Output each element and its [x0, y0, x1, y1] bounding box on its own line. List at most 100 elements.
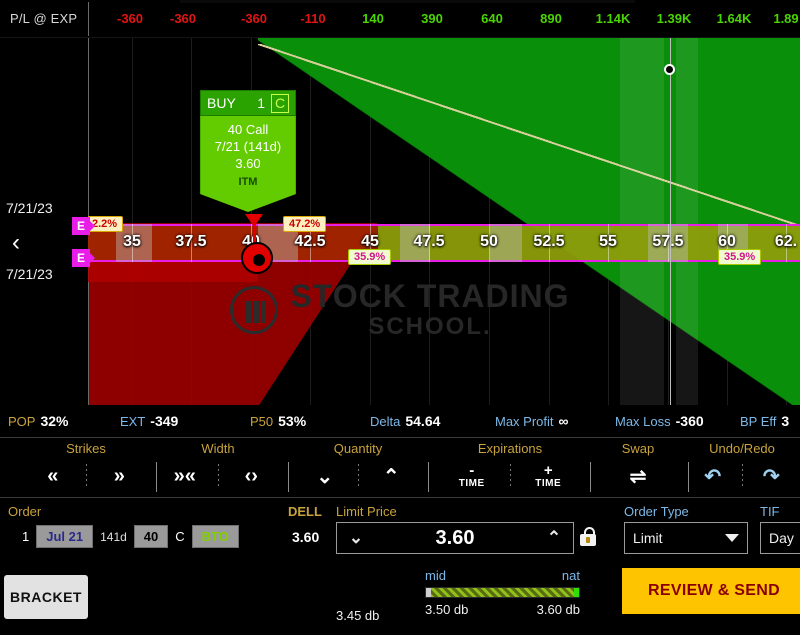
order-type-select[interactable]: Limit	[624, 522, 748, 554]
order-quantity: 1	[22, 529, 30, 544]
strikes-down-button[interactable]: «	[20, 460, 86, 492]
toolbar-group-divider	[428, 462, 429, 492]
toolbar-group-expirations: Expirations - TIME + TIME	[434, 438, 586, 498]
toolbar-group-title: Quantity	[333, 441, 383, 456]
chart-toolbar[interactable]: Strikes «» Width »« ‹› Quantity ⌄ ⌃ Expirations -…	[0, 438, 800, 498]
toolbar-group-title: Strikes	[66, 441, 106, 456]
mid-label: mid	[425, 568, 446, 583]
e-marker-bottom[interactable]: E	[72, 249, 95, 267]
stat-value: -360	[675, 413, 704, 429]
stat-key: Max Profit	[495, 414, 554, 429]
swap-button[interactable]: ⇌	[592, 460, 684, 492]
pl-chart[interactable]: STOCK TRADING SCHOOL. 35 37.5 40 42.5 45 47.5…	[0, 38, 800, 405]
order-type-label: Order Type	[624, 504, 689, 519]
redo-button[interactable]: ↷	[743, 460, 800, 492]
pl-tick: -360	[116, 11, 144, 26]
tif-select[interactable]: Day	[760, 522, 800, 554]
chart-shade-column	[620, 38, 664, 405]
price-tick-label: 52.5	[533, 233, 565, 250]
stat-value: 32%	[40, 413, 69, 429]
toolbar-group-quantity: Quantity ⌄ ⌃	[292, 438, 424, 498]
toolbar-button-row: ⌄ ⌃	[292, 460, 424, 492]
strike-stem-icon	[253, 224, 256, 244]
symbol-label: DELL	[288, 504, 322, 519]
mid-value: 3.50 db	[425, 602, 469, 617]
e-marker-top[interactable]: E	[72, 217, 95, 235]
width-narrow-button[interactable]: »«	[152, 460, 218, 492]
price-tick-label: 35	[123, 233, 141, 250]
buy-option-type-badge: C	[271, 93, 289, 113]
stat-key: P50	[250, 414, 274, 429]
stat-key: Max Loss	[615, 414, 671, 429]
order-type-value: Limit	[633, 530, 663, 546]
expiration-earlier-button[interactable]: - TIME	[434, 460, 510, 492]
pl-axis-bar: P/L @ EXP -360 -360 -360 -110 140 390 640 890 1.…	[0, 0, 800, 38]
limit-price-value[interactable]: 3.60	[375, 527, 535, 550]
stat-item: P50 53%	[250, 413, 306, 429]
stat-key: EXT	[120, 414, 146, 429]
tif-label: TIF	[760, 504, 780, 519]
toolbar-group-divider	[590, 462, 591, 492]
strikes-up-button[interactable]: »	[87, 460, 153, 492]
stat-key: BP Eff	[740, 414, 777, 429]
stat-item: Max Loss -360	[615, 413, 704, 429]
probability-badge: 35.9%	[718, 249, 762, 265]
probability-badge: 47.2%	[283, 216, 327, 232]
expiration-later-button[interactable]: + TIME	[511, 460, 587, 492]
cursor-point-marker[interactable]	[664, 64, 675, 75]
tif-value: Day	[769, 530, 794, 546]
toolbar-group-undo-redo: Undo/Redo ↶ ↷	[684, 438, 800, 498]
previous-expiration-button[interactable]: ‹	[12, 231, 20, 255]
bracket-button[interactable]: BRACKET	[4, 575, 88, 619]
expiration-earlier-word: TIME	[458, 478, 485, 489]
price-slider-nat-handle[interactable]	[574, 588, 579, 597]
symbol-price: 3.60	[292, 529, 320, 545]
stat-value: -349	[150, 413, 179, 429]
pl-tick: 1.39K	[656, 11, 692, 26]
toolbar-button-row: ⇌	[592, 460, 684, 492]
expiration-later-sign: +	[543, 462, 553, 479]
lock-body	[580, 534, 596, 546]
order-expiry-month-chip[interactable]: Jul 21	[36, 525, 94, 548]
price-tick-label: 42.5	[294, 233, 326, 250]
limit-price-label: Limit Price	[336, 504, 397, 519]
order-side-chip[interactable]: BTO	[191, 525, 239, 548]
expiration-date-top: 7/21/23	[6, 200, 53, 216]
lock-icon[interactable]	[580, 527, 596, 546]
pl-tick: 1.64K	[716, 11, 752, 26]
price-slider[interactable]: mid nat 3.50 db 3.60 db	[425, 568, 580, 617]
toolbar-button-row: ↶ ↷	[684, 460, 800, 492]
pl-tick: -110	[300, 11, 326, 26]
order-row: Order 1 Jul 21 141d 40 C BTO DELL 3.60 L…	[0, 498, 800, 560]
review-and-send-button[interactable]: REVIEW & SEND	[622, 568, 800, 614]
cursor-line[interactable]	[670, 38, 671, 405]
limit-price-increase-icon[interactable]: ⌃	[535, 528, 573, 548]
width-widen-button[interactable]: ‹›	[219, 460, 285, 492]
price-tick-label: 50	[480, 233, 498, 250]
limit-price-decrease-icon[interactable]: ⌄	[337, 528, 375, 548]
price-tick-label: 37.5	[175, 233, 207, 250]
price-slider-mid-handle[interactable]	[426, 588, 431, 597]
limit-price-stepper[interactable]: ⌄ 3.60 ⌃	[336, 522, 574, 554]
pl-tick: 1.89	[773, 11, 799, 26]
order-strike-chip[interactable]: 40	[133, 525, 169, 548]
price-tick-label: 57.5	[652, 233, 684, 250]
toolbar-button-row: «»	[20, 460, 152, 492]
stat-value: 54.64	[405, 413, 441, 429]
price-slider-track[interactable]	[425, 587, 580, 598]
probability-badge: 35.9%	[348, 249, 392, 265]
buy-expiry-line: 7/21 (141d)	[214, 139, 282, 154]
order-option-type: C	[175, 529, 185, 544]
buy-order-flag[interactable]: BUY 1 C 40 Call 7/21 (141d) 3.60 ITM	[200, 90, 296, 212]
quantity-up-button[interactable]: ⌃	[359, 460, 425, 492]
stat-key: Delta	[370, 414, 401, 429]
chevron-down-icon	[725, 534, 739, 542]
price-tick-label: 47.5	[413, 233, 445, 250]
order-leg[interactable]: 1 Jul 21 141d 40 C BTO	[22, 525, 239, 548]
price-slider-values: 3.50 db 3.60 db	[425, 602, 580, 617]
toolbar-group-width: Width »« ‹›	[152, 438, 284, 498]
quantity-down-button[interactable]: ⌄	[292, 460, 358, 492]
undo-button[interactable]: ↶	[684, 460, 742, 492]
toolbar-button-row: »« ‹›	[152, 460, 284, 492]
pl-tick: -360	[169, 11, 197, 26]
